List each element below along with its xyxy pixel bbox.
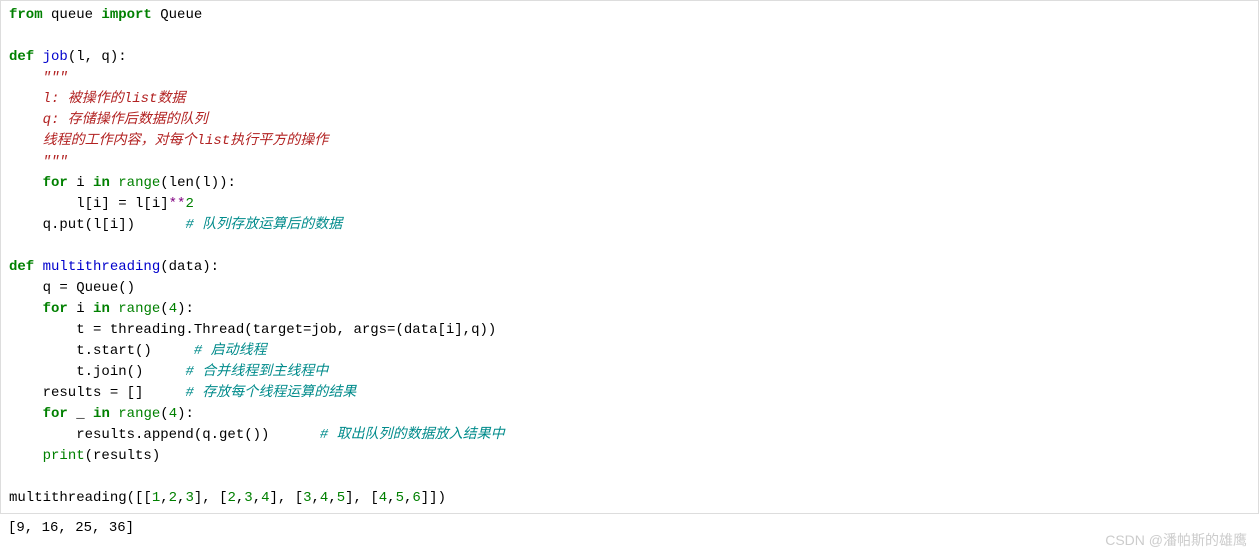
call: (len(l)):: [160, 175, 236, 191]
paren: (: [160, 406, 168, 422]
function-name: job: [34, 49, 68, 65]
code-line: q = Queue(): [9, 280, 135, 296]
comma: ,: [328, 490, 336, 506]
number: 6: [412, 490, 420, 506]
keyword-from: from: [9, 7, 43, 23]
comma: ,: [387, 490, 395, 506]
var: i: [68, 175, 93, 191]
number: 4: [379, 490, 387, 506]
comma: ,: [312, 490, 320, 506]
args: (results): [85, 448, 161, 464]
comment: # 队列存放运算后的数据: [185, 217, 342, 233]
builtin-print: print: [43, 448, 85, 464]
indent: [9, 175, 43, 191]
comment: # 存放每个线程运算的结果: [185, 385, 356, 401]
function-name: multithreading: [34, 259, 160, 275]
import-name: Queue: [152, 7, 202, 23]
comment: # 合并线程到主线程中: [185, 364, 328, 380]
docstring-line: q: 存储操作后数据的队列: [9, 112, 208, 128]
comma: ], [: [270, 490, 304, 506]
number: 4: [169, 301, 177, 317]
number: 2: [227, 490, 235, 506]
call: multithreading([[: [9, 490, 152, 506]
params: (l, q):: [68, 49, 127, 65]
comma: ,: [253, 490, 261, 506]
code-block: from queue import Queue def job(l, q): "…: [0, 0, 1259, 514]
var: _: [68, 406, 93, 422]
builtin-range: range: [110, 301, 160, 317]
number: 3: [185, 490, 193, 506]
comment: # 启动线程: [194, 343, 267, 359]
output-text: [9, 16, 25, 36]: [8, 520, 134, 536]
number: 4: [169, 406, 177, 422]
number: 1: [152, 490, 160, 506]
watermark: CSDN @潘帕斯的雄鹰: [1105, 530, 1247, 551]
keyword-for: for: [43, 175, 68, 191]
params: (data):: [160, 259, 219, 275]
number: 4: [261, 490, 269, 506]
keyword-for: for: [43, 406, 68, 422]
indent: [9, 301, 43, 317]
number: 5: [337, 490, 345, 506]
indent: [9, 448, 43, 464]
keyword-import: import: [101, 7, 151, 23]
number: 5: [396, 490, 404, 506]
paren: (: [160, 301, 168, 317]
module-name: queue: [43, 7, 102, 23]
builtin-range: range: [110, 406, 160, 422]
keyword-in: in: [93, 406, 110, 422]
comma: ], [: [194, 490, 228, 506]
comment: # 取出队列的数据放入结果中: [320, 427, 505, 443]
keyword-def: def: [9, 49, 34, 65]
code-line: t = threading.Thread(target=job, args=(d…: [9, 322, 496, 338]
keyword-in: in: [93, 175, 110, 191]
docstring-line: 线程的工作内容，对每个list执行平方的操作: [9, 133, 328, 149]
var: i: [68, 301, 93, 317]
close: ]]): [421, 490, 446, 506]
docstring-open: """: [9, 70, 68, 86]
number: 3: [244, 490, 252, 506]
code-line: results.append(q.get()): [9, 427, 320, 443]
keyword-def: def: [9, 259, 34, 275]
comma: ], [: [345, 490, 379, 506]
code-line: q.put(l[i]): [9, 217, 185, 233]
docstring-line: l: 被操作的list数据: [9, 91, 185, 107]
paren: ):: [177, 301, 194, 317]
code-line: l[i] = l[i]: [9, 196, 169, 212]
indent: [9, 406, 43, 422]
number: 3: [303, 490, 311, 506]
builtin-range: range: [110, 175, 160, 191]
paren: ):: [177, 406, 194, 422]
operator: **: [169, 196, 186, 212]
docstring-close: """: [9, 154, 68, 170]
number: 2: [169, 490, 177, 506]
comma: ,: [160, 490, 168, 506]
code-line: t.join(): [9, 364, 185, 380]
number: 2: [185, 196, 193, 212]
code-line: results = []: [9, 385, 185, 401]
output-block: [9, 16, 25, 36]: [0, 514, 1259, 543]
code-line: t.start(): [9, 343, 194, 359]
keyword-for: for: [43, 301, 68, 317]
keyword-in: in: [93, 301, 110, 317]
